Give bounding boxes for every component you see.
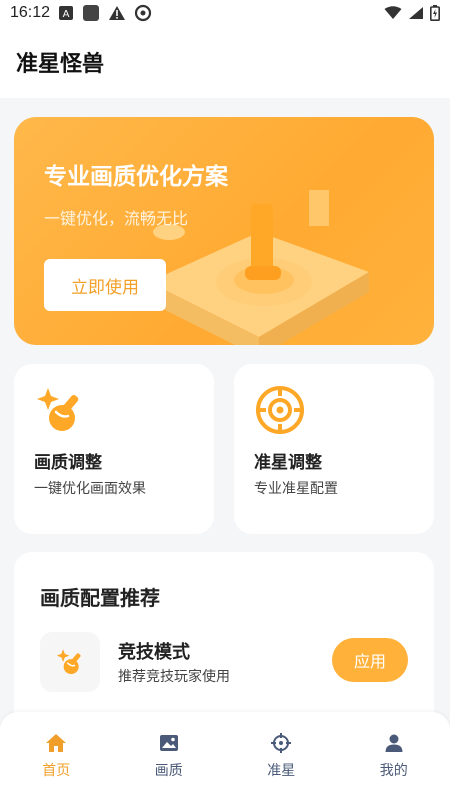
warning-icon [109,6,126,20]
brush-icon [37,388,79,431]
mode-name: 竞技模式 [118,642,190,663]
battery-icon [430,5,440,21]
status-time: 16:12 [10,4,51,21]
svg-text:A: A [63,9,70,20]
nav-item-me[interactable]: 我的 [338,712,450,800]
nav-item-crosshair[interactable]: 准星 [225,712,338,800]
feature-subtitle: 一键优化画面效果 [34,481,146,497]
app-square-icon [83,5,100,21]
banner-subtitle: 一键优化，流畅无比 [44,209,189,228]
nav-label: 我的 [379,763,408,779]
use-now-button[interactable]: 立即使用 [44,259,166,311]
user-icon [385,734,403,752]
promo-banner[interactable]: 专业画质优化方案 一键优化，流畅无比 立即使用 [14,117,434,345]
crosshair-icon [256,386,304,434]
banner-title: 专业画质优化方案 [44,164,228,190]
apply-button[interactable]: 应用 [332,638,408,682]
feature-card-quality[interactable]: 画质调整 一键优化画面效果 [14,364,214,534]
feature-subtitle: 专业准星配置 [254,481,338,497]
wifi-icon [384,6,402,19]
recommend-title: 画质配置推荐 [40,586,160,610]
nav-label: 首页 [42,763,71,779]
nav-item-home[interactable]: 首页 [0,712,113,800]
status-notifications: A [58,4,152,22]
app-header: 准星怪兽 [0,26,450,98]
nav-item-quality[interactable]: 画质 [113,712,226,800]
status-system [384,5,440,21]
home-icon [46,734,67,752]
signal-icon [409,7,423,19]
nav-label: 画质 [154,763,183,779]
text-a-icon: A [59,6,74,20]
app-title: 准星怪兽 [16,52,105,77]
feature-title: 画质调整 [34,453,102,473]
nav-label: 准星 [267,763,296,779]
crosshair-icon [271,733,292,753]
feature-card-crosshair[interactable]: 准星调整 专业准星配置 [234,364,434,534]
sync-icon [134,4,152,22]
image-icon [159,735,178,751]
mode-icon-wrap [40,632,100,692]
bottom-nav: 首页 画质 准星 我的 [0,712,450,800]
brush-icon [56,649,81,675]
feature-title: 准星调整 [254,453,322,473]
mode-description: 推荐竞技玩家使用 [118,669,230,685]
status-bar: 16:12 A [0,0,450,26]
